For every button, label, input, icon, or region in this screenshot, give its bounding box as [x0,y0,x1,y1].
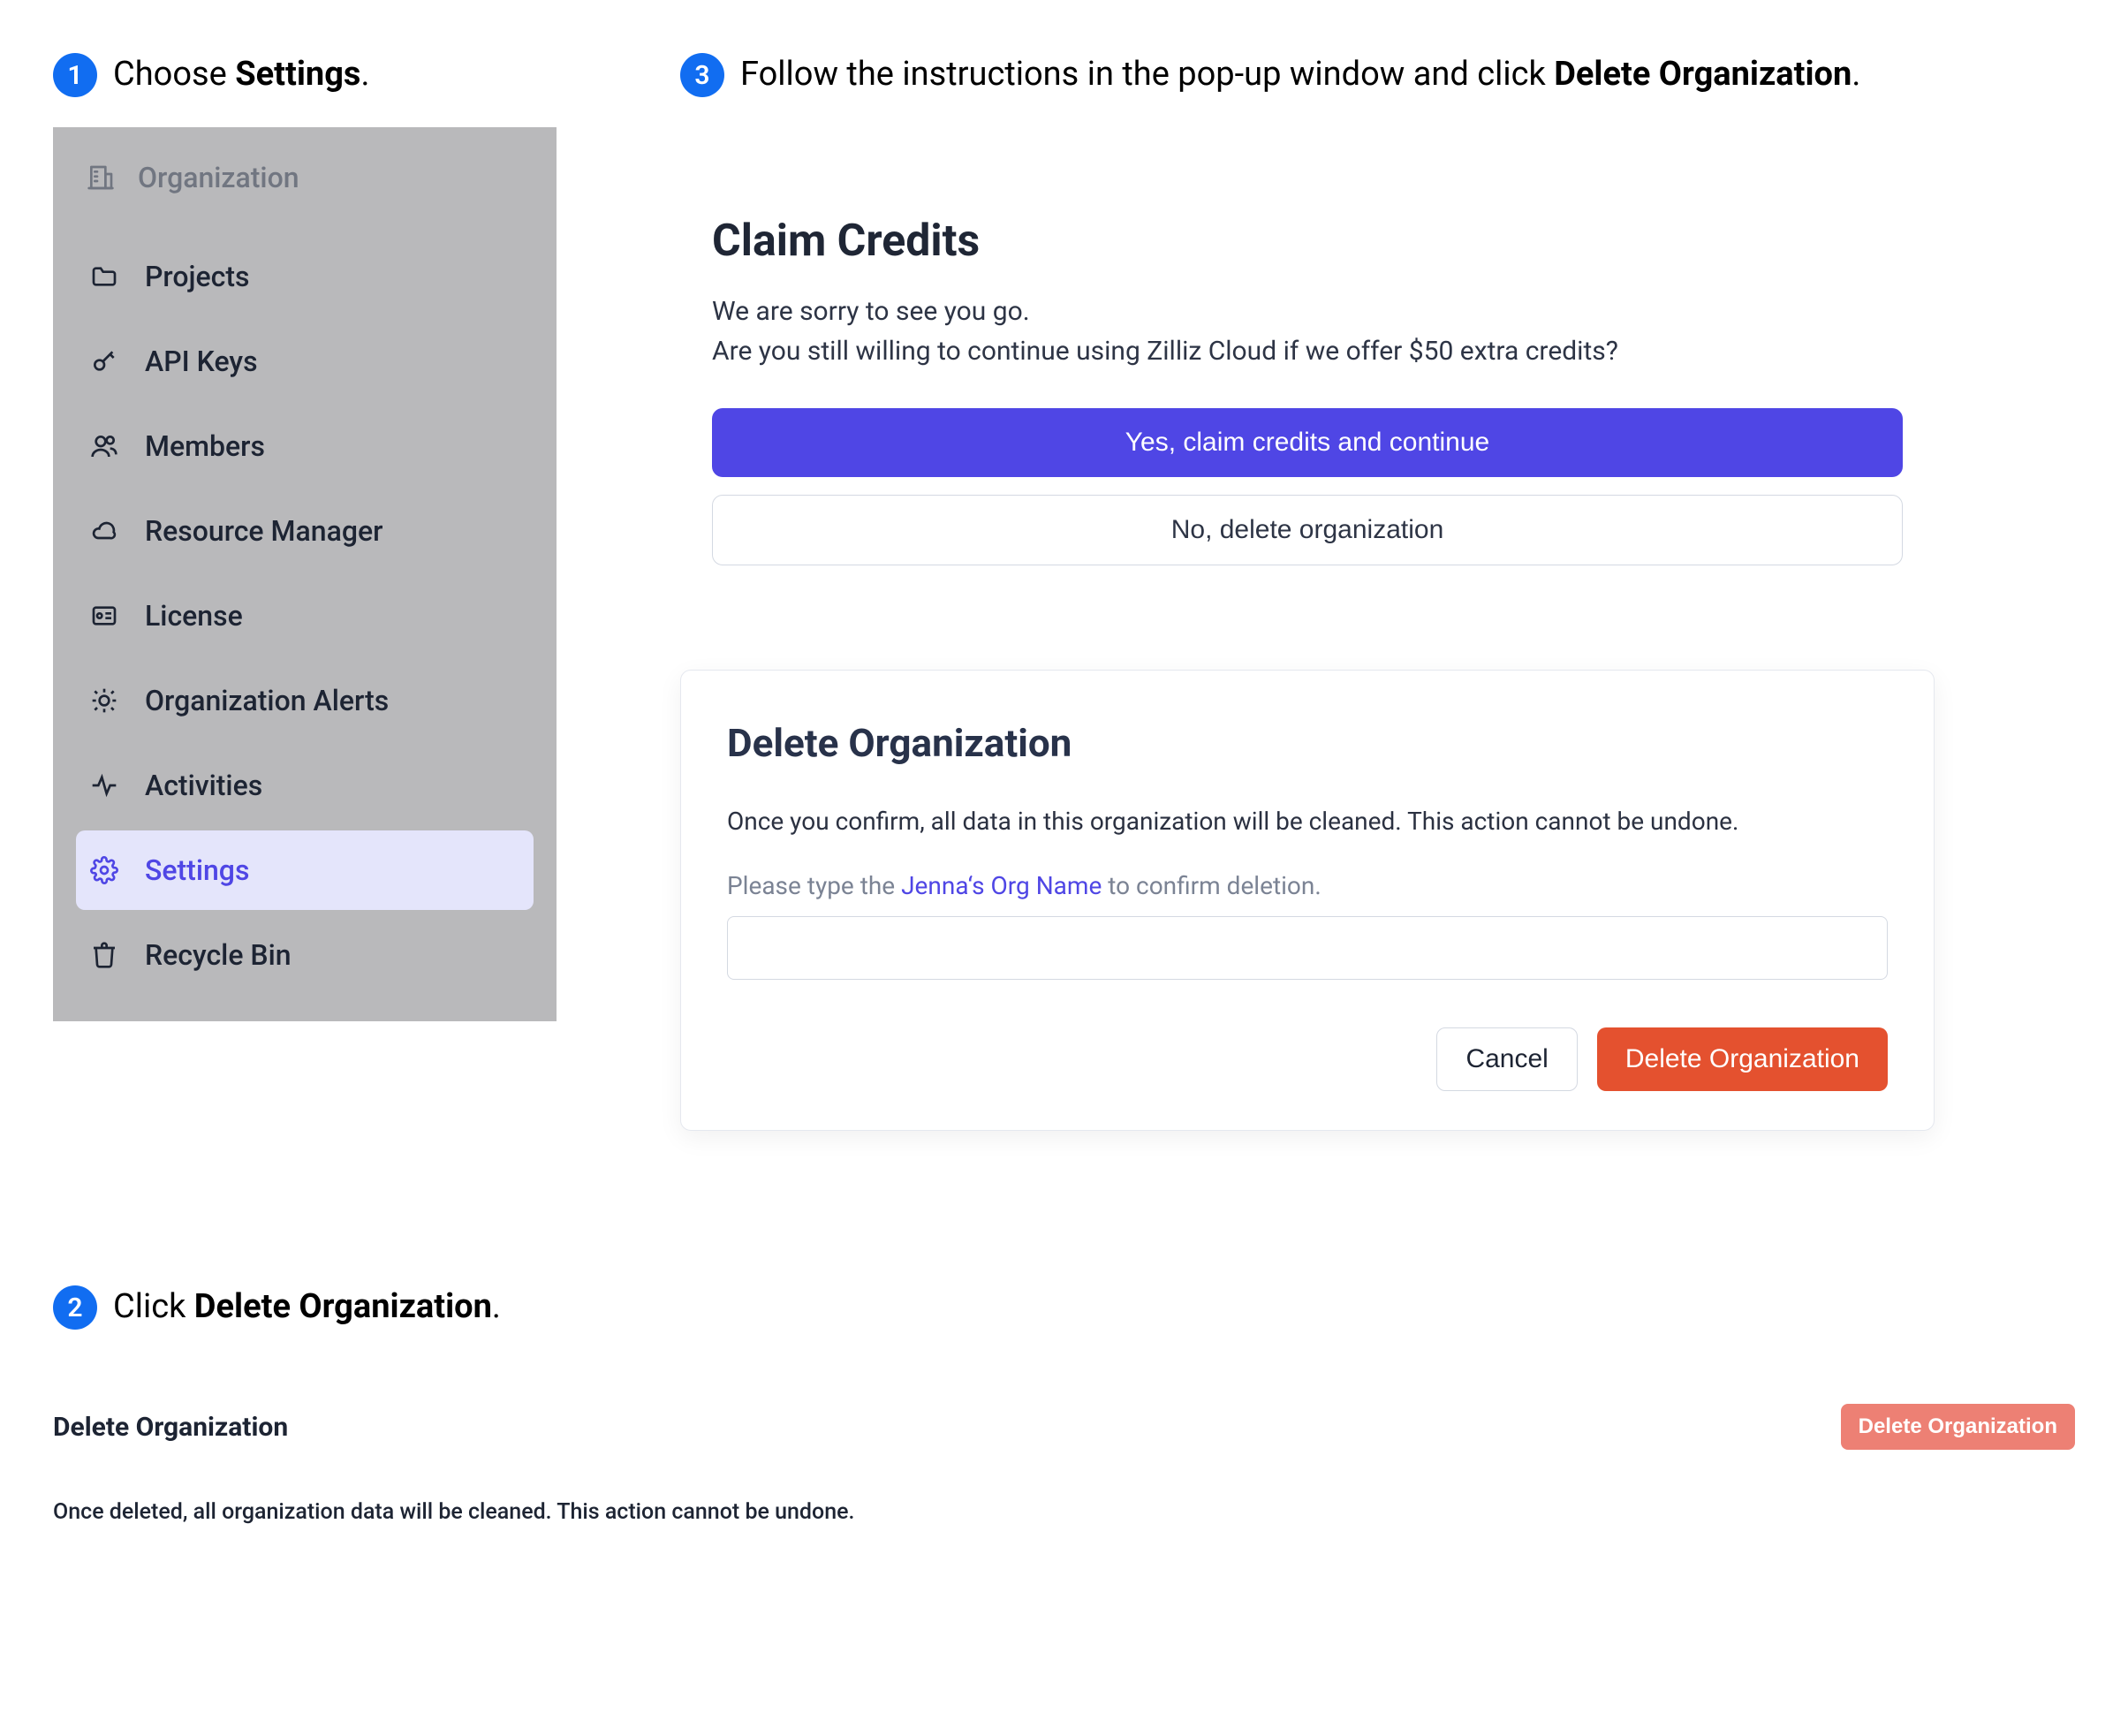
sidebar-item-label: Resource Manager [145,514,382,548]
claim-yes-button[interactable]: Yes, claim credits and continue [712,408,1903,477]
sidebar-item-recycle-bin[interactable]: Recycle Bin [76,915,534,995]
danger-zone-title: Delete Organization [53,1412,288,1443]
cloud-icon [90,517,118,545]
cancel-button[interactable]: Cancel [1436,1027,1577,1091]
sidebar-header-label: Organization [138,161,299,194]
delete-prompt-org-name: Jenna‘s Org Name [901,871,1102,900]
delete-organization-modal: Delete Organization Once you confirm, al… [680,670,1935,1131]
claim-line-2: Are you still willing to continue using … [712,331,1903,371]
key-icon [90,347,118,375]
sidebar-item-license[interactable]: License [76,576,534,656]
members-icon [90,432,118,460]
sidebar-item-api-keys[interactable]: API Keys [76,322,534,401]
step-1-suffix: . [360,55,369,94]
danger-delete-button[interactable]: Delete Organization [1841,1404,2075,1450]
activities-icon [90,771,118,800]
danger-zone-row: Delete Organization Delete Organization [53,1404,2075,1450]
step-3-suffix: . [1852,55,1860,94]
step-2-prefix: Click [113,1287,194,1326]
gear-icon [90,856,118,884]
sidebar-item-label: Settings [145,853,249,887]
claim-credits-section: Claim Credits We are sorry to see you go… [680,216,1935,599]
delete-prompt-after: to confirm deletion. [1102,871,1321,900]
step-1-bold: Settings [235,55,360,94]
alert-icon [90,686,118,715]
claim-line-1: We are sorry to see you go. [712,292,1903,331]
sidebar-item-label: Members [145,429,265,463]
sidebar-item-label: Organization Alerts [145,684,389,717]
delete-modal-prompt: Please type the Jenna‘s Org Name to conf… [727,871,1888,900]
sidebar-item-label: License [145,599,243,633]
folder-icon [90,262,118,291]
step-3-label: 3 Follow the instructions in the pop-up … [680,53,2075,97]
step-1-prefix: Choose [113,55,235,94]
step-badge-3: 3 [680,53,724,97]
delete-confirm-input[interactable] [727,916,1888,980]
trash-icon [90,941,118,969]
claim-no-button[interactable]: No, delete organization [712,495,1903,565]
delete-modal-desc: Once you confirm, all data in this organ… [727,807,1888,836]
sidebar-header: Organization [76,147,534,208]
sidebar-item-org-alerts[interactable]: Organization Alerts [76,661,534,740]
organization-icon [87,163,115,192]
sidebar-item-settings[interactable]: Settings [76,830,534,910]
step-1-label: 1 Choose Settings. [53,53,557,97]
sidebar-item-projects[interactable]: Projects [76,237,534,316]
step-3-bold: Delete Organization [1554,55,1852,94]
sidebar-item-activities[interactable]: Activities [76,746,534,825]
step-2-block: 2 Click Delete Organization. Delete Orga… [53,1285,2075,1525]
sidebar-item-label: Recycle Bin [145,938,292,972]
sidebar-item-label: Activities [145,769,262,802]
right-pane: Claim Credits We are sorry to see you go… [680,127,1935,1131]
step-badge-2: 2 [53,1285,97,1330]
license-icon [90,602,118,630]
delete-modal-title: Delete Organization [727,720,1888,766]
step-2-suffix: . [492,1287,501,1326]
step-badge-1: 1 [53,53,97,97]
sidebar-item-label: API Keys [145,345,258,378]
sidebar-item-members[interactable]: Members [76,406,534,486]
delete-prompt-before: Please type the [727,871,901,900]
sidebar-item-resource-manager[interactable]: Resource Manager [76,491,534,571]
sidebar-item-label: Projects [145,260,250,293]
danger-zone-note: Once deleted, all organization data will… [53,1499,2075,1525]
delete-organization-button[interactable]: Delete Organization [1597,1027,1888,1091]
step-3-prefix: Follow the instructions in the pop-up wi… [740,55,1554,94]
step-2-bold: Delete Organization [194,1287,492,1326]
sidebar: Organization Projects API Keys Members R… [53,127,557,1021]
claim-title: Claim Credits [712,216,1903,267]
step-2-label: 2 Click Delete Organization. [53,1285,2075,1330]
